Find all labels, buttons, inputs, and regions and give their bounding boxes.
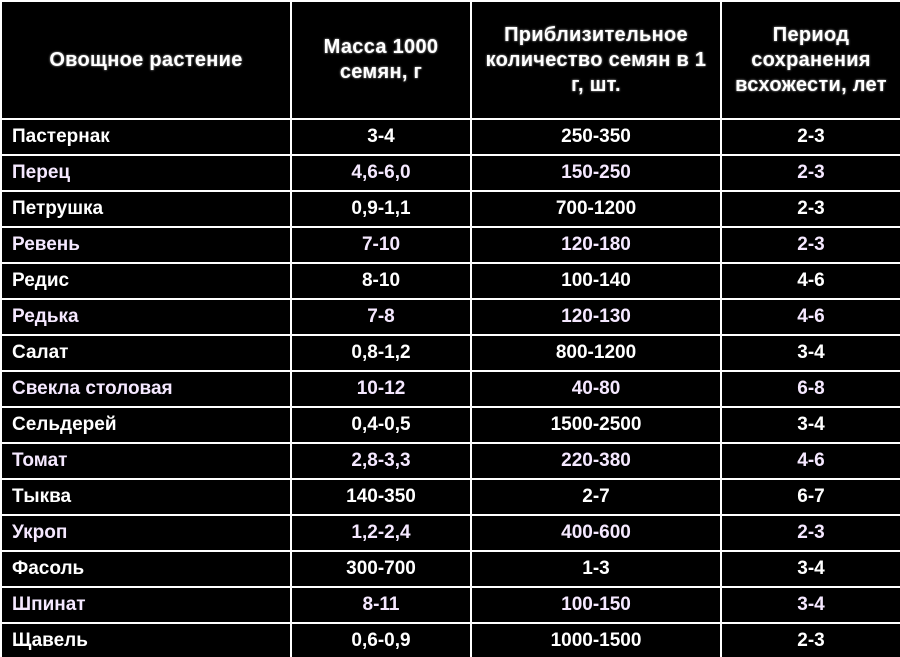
seed-mass: 3-4 <box>291 119 471 155</box>
plant-name: Ревень <box>1 227 291 263</box>
seed-count: 700-1200 <box>471 191 721 227</box>
seed-properties-table: Овощное растение Масса 1000 семян, г При… <box>0 0 900 657</box>
plant-name: Редька <box>1 299 291 335</box>
plant-name: Шпинат <box>1 587 291 623</box>
table-row: Перец4,6-6,0150-2502-3 <box>1 155 900 191</box>
seed-count: 100-150 <box>471 587 721 623</box>
plant-name: Фасоль <box>1 551 291 587</box>
seed-mass: 2,8-3,3 <box>291 443 471 479</box>
viability-years: 3-4 <box>721 587 900 623</box>
seed-count: 220-380 <box>471 443 721 479</box>
seed-count: 800-1200 <box>471 335 721 371</box>
seed-count: 150-250 <box>471 155 721 191</box>
seed-mass: 10-12 <box>291 371 471 407</box>
header-plant-label: Овощное растение <box>49 49 242 71</box>
seed-mass: 140-350 <box>291 479 471 515</box>
seed-count: 40-80 <box>471 371 721 407</box>
viability-years: 2-3 <box>721 227 900 263</box>
seed-count: 120-180 <box>471 227 721 263</box>
seed-count: 1000-1500 <box>471 623 721 657</box>
header-count: Приблизительное количество семян в 1 г, … <box>471 1 721 119</box>
seed-mass: 300-700 <box>291 551 471 587</box>
seed-count: 2-7 <box>471 479 721 515</box>
plant-name: Томат <box>1 443 291 479</box>
seed-count: 250-350 <box>471 119 721 155</box>
table-row: Сельдерей0,4-0,51500-25003-4 <box>1 407 900 443</box>
table-row: Салат0,8-1,2800-12003-4 <box>1 335 900 371</box>
seed-mass: 4,6-6,0 <box>291 155 471 191</box>
plant-name: Сельдерей <box>1 407 291 443</box>
plant-name: Петрушка <box>1 191 291 227</box>
viability-years: 3-4 <box>721 407 900 443</box>
viability-years: 2-3 <box>721 155 900 191</box>
table-row: Редис8-10100-1404-6 <box>1 263 900 299</box>
plant-name: Укроп <box>1 515 291 551</box>
viability-years: 3-4 <box>721 551 900 587</box>
table-row: Тыква140-3502-76-7 <box>1 479 900 515</box>
seed-count: 1-3 <box>471 551 721 587</box>
plant-name: Редис <box>1 263 291 299</box>
plant-name: Щавель <box>1 623 291 657</box>
plant-name: Салат <box>1 335 291 371</box>
table-row: Шпинат8-11100-1503-4 <box>1 587 900 623</box>
seed-mass: 7-10 <box>291 227 471 263</box>
table-header-row: Овощное растение Масса 1000 семян, г При… <box>1 1 900 119</box>
viability-years: 4-6 <box>721 263 900 299</box>
viability-years: 2-3 <box>721 191 900 227</box>
plant-name: Пастернак <box>1 119 291 155</box>
seed-count: 100-140 <box>471 263 721 299</box>
viability-years: 2-3 <box>721 623 900 657</box>
table-row: Томат2,8-3,3220-3804-6 <box>1 443 900 479</box>
header-count-label: Приблизительное количество семян в 1 г, … <box>486 24 707 96</box>
seed-mass: 7-8 <box>291 299 471 335</box>
header-years: Период сохранения всхожести, лет <box>721 1 900 119</box>
viability-years: 2-3 <box>721 515 900 551</box>
seed-table-container: Овощное растение Масса 1000 семян, г При… <box>0 0 900 657</box>
table-row: Свекла столовая10-1240-806-8 <box>1 371 900 407</box>
seed-count: 120-130 <box>471 299 721 335</box>
viability-years: 6-7 <box>721 479 900 515</box>
header-mass: Масса 1000 семян, г <box>291 1 471 119</box>
table-row: Ревень7-10120-1802-3 <box>1 227 900 263</box>
table-body: Пастернак3-4250-3502-3Перец4,6-6,0150-25… <box>1 119 900 657</box>
viability-years: 2-3 <box>721 119 900 155</box>
header-mass-label: Масса 1000 семян, г <box>324 36 439 83</box>
seed-mass: 0,8-1,2 <box>291 335 471 371</box>
seed-mass: 0,4-0,5 <box>291 407 471 443</box>
seed-count: 1500-2500 <box>471 407 721 443</box>
seed-mass: 8-11 <box>291 587 471 623</box>
table-row: Петрушка0,9-1,1700-12002-3 <box>1 191 900 227</box>
viability-years: 4-6 <box>721 299 900 335</box>
table-row: Укроп1,2-2,4400-6002-3 <box>1 515 900 551</box>
seed-mass: 0,6-0,9 <box>291 623 471 657</box>
viability-years: 6-8 <box>721 371 900 407</box>
seed-mass: 1,2-2,4 <box>291 515 471 551</box>
header-plant: Овощное растение <box>1 1 291 119</box>
seed-mass: 8-10 <box>291 263 471 299</box>
table-row: Пастернак3-4250-3502-3 <box>1 119 900 155</box>
viability-years: 4-6 <box>721 443 900 479</box>
plant-name: Тыква <box>1 479 291 515</box>
viability-years: 3-4 <box>721 335 900 371</box>
plant-name: Перец <box>1 155 291 191</box>
seed-mass: 0,9-1,1 <box>291 191 471 227</box>
table-header: Овощное растение Масса 1000 семян, г При… <box>1 1 900 119</box>
table-row: Щавель0,6-0,91000-15002-3 <box>1 623 900 657</box>
table-row: Редька7-8120-1304-6 <box>1 299 900 335</box>
seed-count: 400-600 <box>471 515 721 551</box>
plant-name: Свекла столовая <box>1 371 291 407</box>
table-row: Фасоль300-7001-33-4 <box>1 551 900 587</box>
header-years-label: Период сохранения всхожести, лет <box>735 24 887 96</box>
